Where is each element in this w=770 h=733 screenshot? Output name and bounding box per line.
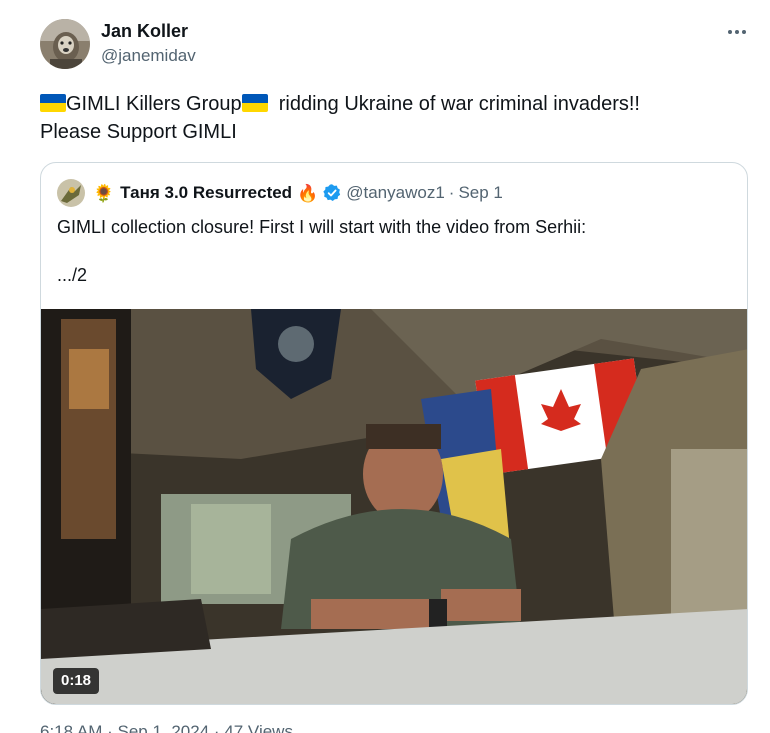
tweet-timestamp[interactable]: 6:18 AM · Sep 1, 2024 · 47 Views — [40, 722, 293, 733]
tweet-text-part1: GIMLI Killers Group — [66, 93, 242, 115]
fire-emoji: 🔥 — [297, 183, 319, 203]
quoted-tweet[interactable]: 🌻 Таня 3.0 Resurrected 🔥 @tanyawoz1 · Se… — [40, 162, 748, 705]
quoted-author-name[interactable]: Таня 3.0 Resurrected — [120, 183, 292, 203]
video-duration: 0:18 — [53, 668, 100, 694]
quoted-tweet-text: GIMLI collection closure! First I will s… — [57, 217, 587, 285]
more-options-icon[interactable] — [722, 20, 752, 44]
author-display-name[interactable]: Jan Koller — [101, 20, 196, 42]
tweet[interactable]: Jan Koller @janemidav GIMLI Killers Grou… — [0, 0, 770, 733]
author-avatar[interactable] — [40, 19, 90, 69]
quoted-author-avatar[interactable] — [57, 179, 85, 207]
author-handle[interactable]: @janemidav — [101, 45, 196, 67]
verified-badge-icon — [322, 183, 342, 203]
quoted-tweet-date[interactable]: Sep 1 — [458, 183, 502, 203]
sunflower-emoji: 🌻 — [93, 183, 115, 203]
tweet-text-part2: ridding Ukraine of war criminal invaders… — [267, 93, 640, 115]
tweet-text-line2: Please Support GIMLI — [40, 121, 237, 143]
ukraine-flag-icon — [40, 94, 66, 112]
author-info: Jan Koller @janemidav — [101, 20, 196, 67]
quoted-tweet-header: 🌻 Таня 3.0 Resurrected 🔥 @tanyawoz1 · Se… — [57, 179, 503, 207]
header-separator: · — [448, 183, 455, 202]
ukraine-flag-icon — [241, 94, 268, 112]
tweet-text: GIMLI Killers Group ridding Ukraine of w… — [40, 90, 740, 146]
quoted-author-handle[interactable]: @tanyawoz1 — [346, 183, 445, 203]
video-frame — [41, 309, 747, 704]
video-player[interactable]: 0:18 — [41, 309, 747, 704]
